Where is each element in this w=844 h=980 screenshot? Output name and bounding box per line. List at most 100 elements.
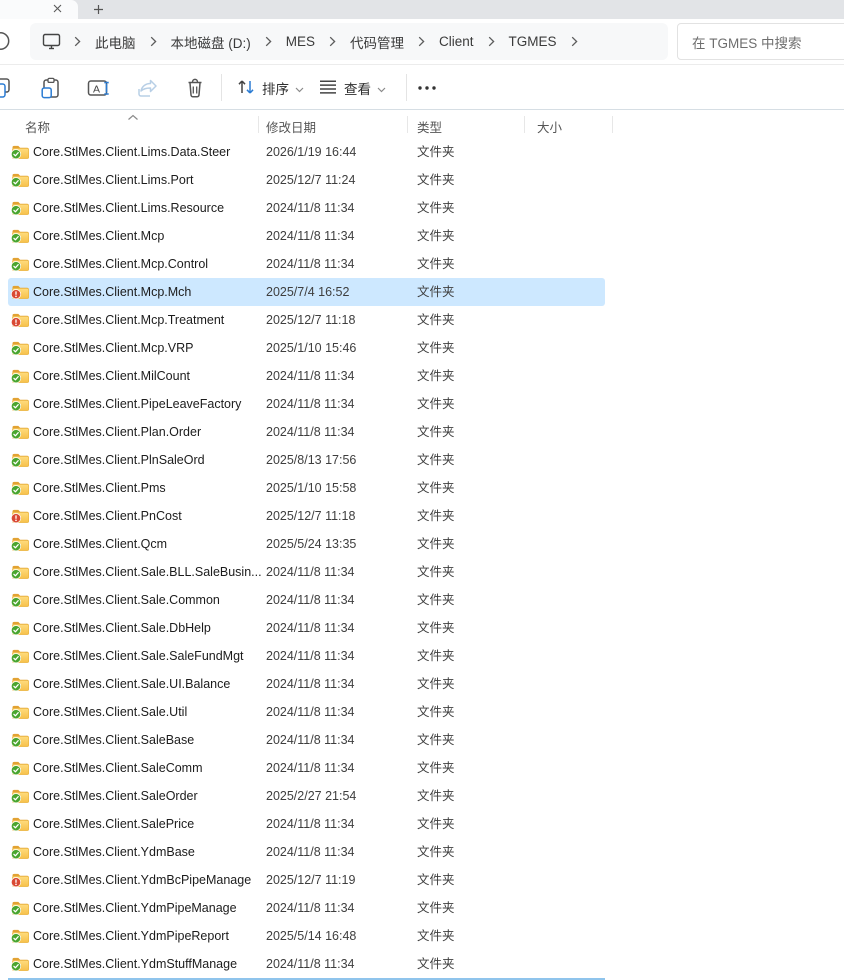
date-modified: 2024/11/8 11:34: [266, 418, 355, 446]
folder-name[interactable]: Core.StlMes.Client.SalePrice: [33, 810, 194, 838]
table-row[interactable]: Core.StlMes.Client.Sale.DbHelp2024/11/8 …: [0, 614, 844, 642]
folder-ok-overlay-icon: [11, 591, 30, 608]
breadcrumb-chevron-icon[interactable]: [571, 36, 578, 47]
breadcrumb-item[interactable]: 代码管理: [345, 32, 409, 52]
folder-name[interactable]: Core.StlMes.Client.Sale.Common: [33, 586, 220, 614]
folder-name[interactable]: Core.StlMes.Client.YdmBase: [33, 838, 195, 866]
table-row[interactable]: Core.StlMes.Client.SaleBase2024/11/8 11:…: [0, 726, 844, 754]
column-separator[interactable]: [407, 116, 408, 133]
folder-name[interactable]: Core.StlMes.Client.Sale.Util: [33, 698, 187, 726]
folder-modified-overlay-icon: [11, 283, 30, 300]
delete-icon[interactable]: [180, 73, 210, 103]
folder-name[interactable]: Core.StlMes.Client.Lims.Port: [33, 166, 193, 194]
table-row[interactable]: Core.StlMes.Client.YdmBcPipeManage2025/1…: [0, 866, 844, 894]
this-pc-icon: [42, 33, 61, 50]
table-row[interactable]: Core.StlMes.Client.Sale.Util2024/11/8 11…: [0, 698, 844, 726]
folder-name[interactable]: Core.StlMes.Client.Sale.BLL.SaleBusin...: [33, 558, 262, 586]
sort-button[interactable]: 排序: [232, 73, 308, 103]
table-row[interactable]: Core.StlMes.Client.Plan.Order 2024/11/8 1…: [0, 418, 844, 446]
item-type: 文件夹: [417, 586, 455, 614]
table-row[interactable]: Core.StlMes.Client.YdmPipeReport2025/5/1…: [0, 922, 844, 950]
folder-name[interactable]: Core.StlMes.Client.Qcm: [33, 530, 167, 558]
tab-close-icon[interactable]: [50, 1, 64, 15]
explorer-tab[interactable]: [0, 0, 78, 19]
breadcrumb-item[interactable]: MES: [281, 34, 320, 49]
table-row[interactable]: Core.StlMes.Client.Sale.Common2024/11/8 …: [0, 586, 844, 614]
table-row[interactable]: Core.StlMes.Client.Mcp.Treatment2025/12/…: [0, 306, 844, 334]
table-row[interactable]: Core.StlMes.Client.Lims.Data.Steer2026/1…: [0, 138, 844, 166]
folder-name[interactable]: Core.StlMes.Client.YdmPipeManage: [33, 894, 237, 922]
folder-name[interactable]: Core.StlMes.Client.Mcp: [33, 222, 164, 250]
table-row[interactable]: Core.StlMes.Client.Qcm2025/5/24 13:35文件夹: [0, 530, 844, 558]
folder-name[interactable]: Core.StlMes.Client.PnCost: [33, 502, 182, 530]
folder-name[interactable]: Core.StlMes.Client.Pms: [33, 474, 166, 502]
paste-icon[interactable]: [36, 73, 66, 103]
table-row[interactable]: Core.StlMes.Client.SalePrice 2024/11/8 11…: [0, 810, 844, 838]
table-row[interactable]: Core.StlMes.Client.Mcp.Control2024/11/8 …: [0, 250, 844, 278]
table-row[interactable]: Core.StlMes.Client.PnCost2025/12/7 11:18…: [0, 502, 844, 530]
table-row[interactable]: Core.StlMes.Client.PlnSaleOrd2025/8/13 1…: [0, 446, 844, 474]
table-row[interactable]: Core.StlMes.Client.PipeLeaveFactory2024/…: [0, 390, 844, 418]
date-modified: 2024/11/8 11:34: [266, 810, 355, 838]
table-row[interactable]: Core.StlMes.Client.Mcp2024/11/8 11:34文件夹: [0, 222, 844, 250]
item-type: 文件夹: [417, 866, 455, 894]
search-input[interactable]: 在 TGMES 中搜索: [677, 23, 844, 60]
address-bar[interactable]: 此电脑 本地磁盘 (D:) MES 代码管理 Client TGMES: [30, 23, 668, 60]
column-separator[interactable]: [258, 116, 259, 133]
table-row[interactable]: Core.StlMes.Client.SaleOrder 2025/2/27 21…: [0, 782, 844, 810]
folder-name[interactable]: Core.StlMes.Client.YdmPipeReport: [33, 922, 229, 950]
folder-name[interactable]: Core.StlMes.Client.Sale.UI.Balance: [33, 670, 230, 698]
folder-name[interactable]: Core.StlMes.Client.PipeLeaveFactory: [33, 390, 241, 418]
table-row[interactable]: Core.StlMes.Client.Lims.Port2025/12/7 11…: [0, 166, 844, 194]
folder-name[interactable]: Core.StlMes.Client.YdmBcPipeManage: [33, 866, 251, 894]
more-icon[interactable]: [412, 73, 442, 103]
folder-name[interactable]: Core.StlMes.Client.YdmStuffManage: [33, 950, 237, 978]
table-row[interactable]: Core.StlMes.Client.MilCount2024/11/8 11:…: [0, 362, 844, 390]
date-modified: 2025/2/27 21:54: [266, 782, 356, 810]
table-row[interactable]: Core.StlMes.Client.YdmBase2024/11/8 11:3…: [0, 838, 844, 866]
table-row[interactable]: Core.StlMes.Client.Sale.SaleFundMgt2024/…: [0, 642, 844, 670]
folder-name[interactable]: Core.StlMes.Client.Plan.Order: [33, 418, 201, 446]
table-row[interactable]: Core.StlMes.Client.Lims.Resource2024/11/…: [0, 194, 844, 222]
share-icon[interactable]: [132, 73, 162, 103]
folder-name[interactable]: Core.StlMes.Client.Lims.Resource: [33, 194, 224, 222]
folder-name[interactable]: Core.StlMes.Client.SaleComm: [33, 754, 203, 782]
breadcrumb-chevron-icon: [418, 36, 425, 47]
folder-name[interactable]: Core.StlMes.Client.Lims.Data.Steer: [33, 138, 230, 166]
column-header-type[interactable]: 类型: [417, 117, 442, 136]
table-row[interactable]: Core.StlMes.Client.Mcp.VRP2025/1/10 15:4…: [0, 334, 844, 362]
folder-name[interactable]: Core.StlMes.Client.SaleOrder: [33, 782, 198, 810]
column-header-date[interactable]: 修改日期: [266, 117, 316, 136]
refresh-icon[interactable]: [0, 30, 14, 54]
breadcrumb-chevron-icon: [150, 36, 157, 47]
new-tab-icon[interactable]: [90, 1, 106, 17]
table-row[interactable]: Core.StlMes.Client.YdmStuffManage2024/11…: [0, 950, 844, 978]
table-row[interactable]: Core.StlMes.Client.Mcp.Mch2025/7/4 16:52…: [0, 278, 844, 306]
column-header-name[interactable]: 名称: [25, 117, 50, 136]
table-row[interactable]: Core.StlMes.Client.Sale.UI.Balance2024/1…: [0, 670, 844, 698]
table-row[interactable]: Core.StlMes.Client.SaleComm2024/11/8 11:…: [0, 754, 844, 782]
breadcrumb-item[interactable]: 此电脑: [90, 32, 141, 52]
folder-name[interactable]: Core.StlMes.Client.MilCount: [33, 362, 190, 390]
column-header-size[interactable]: 大小: [537, 117, 562, 136]
view-button[interactable]: 查看: [314, 73, 390, 103]
column-separator[interactable]: [612, 116, 613, 133]
folder-name[interactable]: Core.StlMes.Client.Sale.DbHelp: [33, 614, 211, 642]
folder-name[interactable]: Core.StlMes.Client.SaleBase: [33, 726, 194, 754]
folder-name[interactable]: Core.StlMes.Client.PlnSaleOrd: [33, 446, 205, 474]
table-row[interactable]: Core.StlMes.Client.Sale.BLL.SaleBusin...…: [0, 558, 844, 586]
breadcrumb-item[interactable]: TGMES: [504, 34, 562, 49]
table-row[interactable]: Core.StlMes.Client.YdmPipeManage2024/11/…: [0, 894, 844, 922]
item-type: 文件夹: [417, 782, 455, 810]
table-row[interactable]: Core.StlMes.Client.Pms2025/1/10 15:58文件夹: [0, 474, 844, 502]
breadcrumb-item[interactable]: 本地磁盘 (D:): [166, 32, 256, 52]
breadcrumb-item[interactable]: Client: [434, 34, 479, 49]
folder-name[interactable]: Core.StlMes.Client.Sale.SaleFundMgt: [33, 642, 244, 670]
rename-icon[interactable]: A: [84, 73, 114, 103]
folder-name[interactable]: Core.StlMes.Client.Mcp.Mch: [33, 278, 191, 306]
column-separator[interactable]: [524, 116, 525, 133]
folder-name[interactable]: Core.StlMes.Client.Mcp.VRP: [33, 334, 193, 362]
folder-name[interactable]: Core.StlMes.Client.Mcp.Control: [33, 250, 208, 278]
copy-icon[interactable]: [0, 73, 16, 103]
folder-name[interactable]: Core.StlMes.Client.Mcp.Treatment: [33, 306, 224, 334]
